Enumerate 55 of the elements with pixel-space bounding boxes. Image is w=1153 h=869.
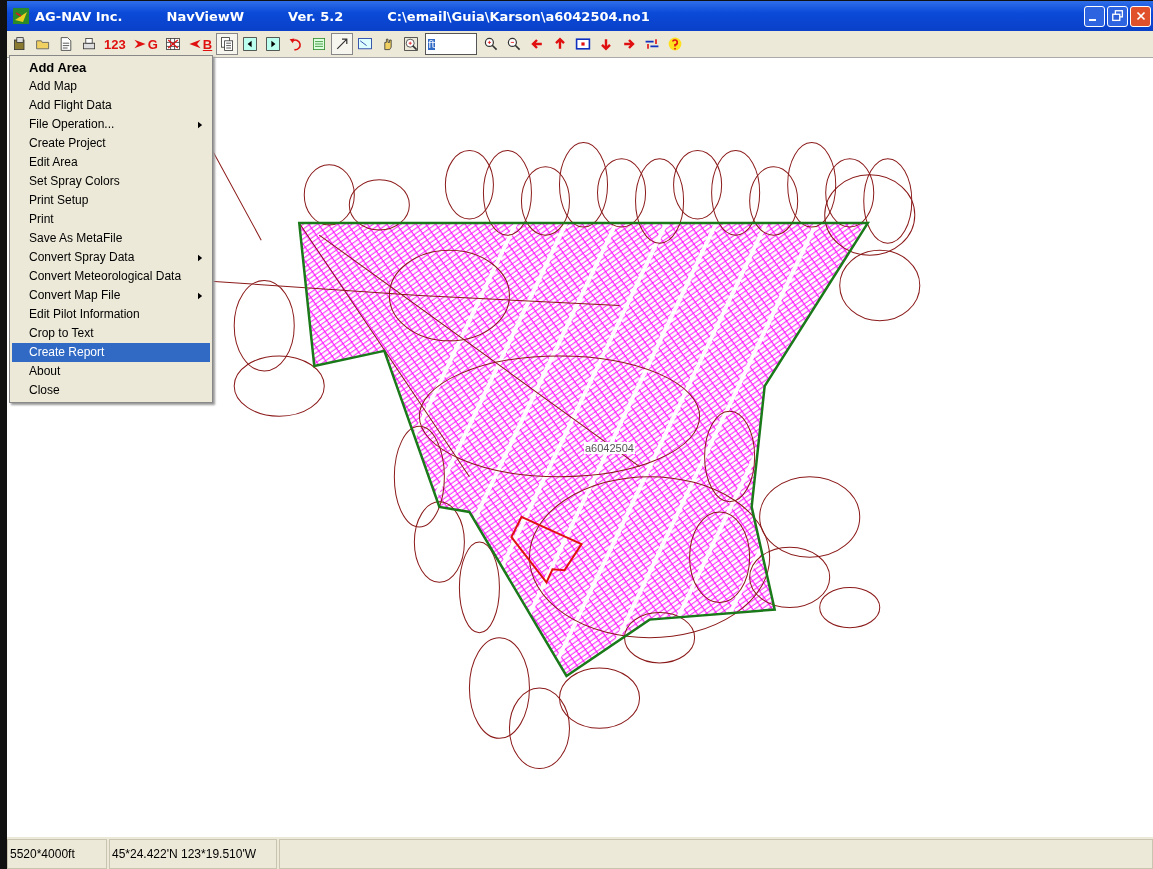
pages-icon — [219, 36, 236, 52]
menu-item[interactable]: Crop to Text — [12, 324, 210, 343]
menu-item[interactable]: Add Flight Data — [12, 96, 210, 115]
menu-item[interactable]: Convert Map File — [12, 286, 210, 305]
window-title: NavViewW — [166, 8, 245, 24]
menu-item[interactable]: Edit Pilot Information — [12, 305, 210, 324]
print-icon — [81, 36, 97, 52]
list-icon — [311, 36, 328, 52]
help-icon — [667, 36, 684, 52]
adjust-icon — [644, 36, 661, 52]
menu-item[interactable]: File Operation... — [12, 115, 210, 134]
app-logo-icon — [13, 8, 29, 24]
menu-item[interactable]: Create Project — [12, 134, 210, 153]
minimize-button[interactable] — [1084, 5, 1105, 27]
zoom-in-icon — [483, 36, 500, 52]
window-title: C:\email\Guia\Karson\a6042504.no1 — [387, 8, 650, 24]
menu-item[interactable]: Edit Area — [12, 153, 210, 172]
save-icon — [12, 36, 28, 52]
text-button[interactable]: 123 — [101, 33, 129, 55]
menu-item[interactable]: Create Report — [12, 343, 210, 362]
arrow-text-button[interactable]: G — [129, 33, 161, 55]
zoom-out-icon — [506, 36, 523, 52]
document-icon — [58, 36, 74, 52]
submenu-arrow-icon — [198, 121, 203, 129]
zoom-box-icon — [403, 36, 420, 52]
square-icon — [575, 36, 592, 52]
menu-item[interactable]: Convert Spray Data — [12, 248, 210, 267]
area-label: a6042504 — [584, 442, 635, 454]
window-title: Ver. 5.2 — [288, 8, 344, 24]
restore-icon — [1110, 9, 1125, 23]
menu-item[interactable]: Print Setup — [12, 191, 210, 210]
back-text-button[interactable]: B — [184, 33, 216, 55]
status-panel: 5520*4000ft — [7, 839, 107, 869]
pointer-button[interactable] — [331, 33, 354, 55]
menu-item[interactable]: Close — [12, 381, 210, 400]
menu-item[interactable]: Save As MetaFile — [12, 229, 210, 248]
zoom-input-field[interactable]: ft — [425, 33, 478, 55]
menu-item[interactable]: Add Map — [12, 77, 210, 96]
status-panel: 45*24.422'N 123*19.510'W — [109, 839, 277, 869]
restore-button[interactable] — [1107, 5, 1128, 27]
grid-icon — [164, 36, 181, 52]
next-icon — [265, 36, 282, 52]
window-title: AG-NAV Inc. — [35, 8, 123, 24]
prev-icon — [242, 36, 259, 52]
close-button[interactable] — [1130, 5, 1151, 27]
submenu-arrow-icon — [198, 254, 203, 262]
menu-item[interactable]: Add Area — [12, 58, 210, 77]
zoom-rect-icon — [357, 36, 374, 52]
menu-item[interactable]: Set Spray Colors — [12, 172, 210, 191]
menu-item[interactable]: About — [12, 362, 210, 381]
pages-button[interactable] — [216, 33, 239, 55]
minimize-icon — [1089, 19, 1096, 21]
menu-item[interactable]: Print — [12, 210, 210, 229]
submenu-arrow-icon — [198, 292, 203, 300]
menu-item[interactable]: Convert Meteorological Data — [12, 267, 210, 286]
